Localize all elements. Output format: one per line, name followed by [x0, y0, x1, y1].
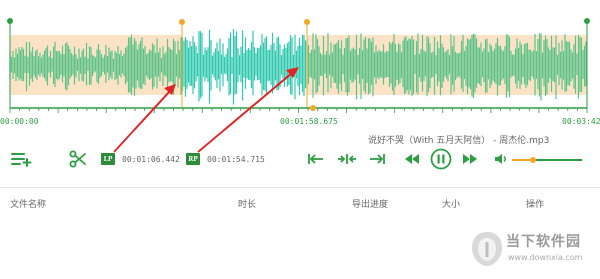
- pause-button[interactable]: [429, 147, 453, 171]
- column-actions[interactable]: 操作: [526, 197, 544, 210]
- add-list-button[interactable]: [10, 150, 32, 168]
- timeline-start-time: 00:00:00: [0, 117, 39, 126]
- add-list-icon: [11, 153, 32, 167]
- set-end-button[interactable]: [367, 151, 387, 167]
- column-file-name[interactable]: 文件名称: [10, 197, 46, 210]
- scissors-icon: [69, 150, 86, 168]
- column-export-progress[interactable]: 导出进度: [352, 197, 388, 210]
- column-size[interactable]: 大小: [442, 197, 460, 210]
- column-duration[interactable]: 时长: [238, 197, 256, 210]
- rp-time: 00:01:54.715: [207, 155, 265, 164]
- fast-forward-icon: [463, 154, 477, 164]
- watermark-logo-icon: [472, 232, 502, 266]
- volume-icon: [495, 154, 506, 164]
- watermark-brand: 当下软件园: [506, 234, 581, 250]
- rewind-button[interactable]: [403, 151, 421, 167]
- lp-time: 00:01:06.442: [122, 155, 180, 164]
- lp-badge[interactable]: LP: [101, 153, 115, 165]
- timeline-current-time: 00:01:58.675: [280, 117, 338, 126]
- track-file-name: 说好不哭（With 五月天阿信） - 周杰伦.mp3: [368, 136, 550, 146]
- watermark-url: www.downxia.com: [508, 253, 583, 262]
- set-start-icon: [308, 154, 323, 164]
- rp-badge[interactable]: RP: [186, 153, 200, 165]
- timeline-end-time: 00:03:42: [562, 117, 600, 126]
- watermark: 当下软件园 www.downxia.com: [466, 228, 596, 272]
- volume-slider-knob[interactable]: [530, 157, 536, 163]
- volume-slider[interactable]: [512, 157, 582, 163]
- fast-forward-button[interactable]: [461, 151, 479, 167]
- set-end-icon: [370, 154, 385, 164]
- volume-button[interactable]: [493, 151, 509, 167]
- pause-icon: [430, 148, 452, 170]
- rewind-icon: [405, 154, 419, 164]
- toolbar-divider: [0, 187, 600, 188]
- center-button[interactable]: [336, 151, 358, 167]
- cut-button[interactable]: [68, 150, 88, 168]
- set-start-button[interactable]: [306, 151, 326, 167]
- center-icon: [338, 154, 356, 164]
